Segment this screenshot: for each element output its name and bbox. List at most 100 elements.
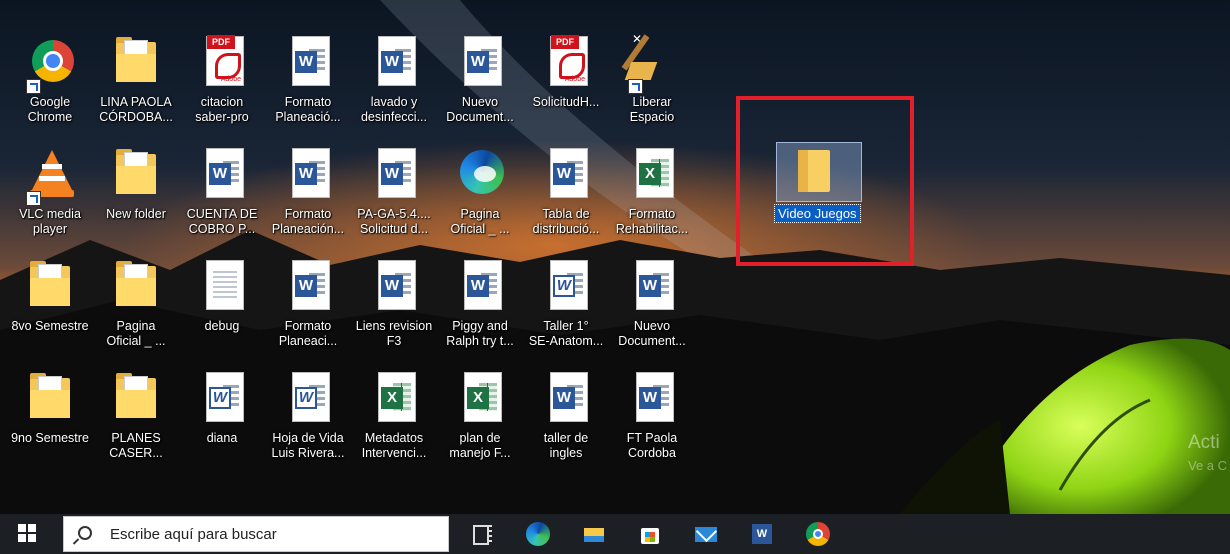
edge-icon[interactable] [526, 522, 550, 546]
desktop-icon-label: 9no Semestre [11, 431, 89, 445]
desktop-icon-label: CUENTA DE COBRO P... [186, 207, 258, 236]
desktop-icon[interactable]: Wlavado y desinfecci... [350, 30, 438, 134]
search-placeholder: Escribe aquí para buscar [110, 526, 277, 543]
folder-icon [110, 372, 162, 428]
desktop-icon[interactable]: PLANES CASER... [92, 366, 180, 470]
desktop-icon[interactable]: Xplan de manejo F... [436, 366, 524, 470]
word-icon: W [626, 260, 678, 316]
desktop-icon-label: 8vo Semestre [11, 319, 89, 333]
word-old-icon: W [540, 260, 592, 316]
word-icon: W [196, 148, 248, 204]
desktop-icon[interactable]: W PA-GA-5.4.... Solicitud d... [350, 142, 438, 246]
desktop-icon-label: PLANES CASER... [109, 431, 163, 460]
desktop-icon-label: debug [204, 319, 240, 333]
desktop-icon-label: Pagina Oficial _ ... [106, 319, 166, 348]
word-icon: W [454, 260, 506, 316]
chrome-icon[interactable] [806, 522, 830, 546]
desktop-icon-label: Nuevo Document... [618, 319, 686, 348]
activation-watermark-subtitle: Ve a C [1188, 458, 1228, 473]
desktop-icon-label: Pagina Oficial _ ... [450, 207, 510, 236]
desktop-icon[interactable]: W Liens revision F3 [350, 254, 438, 358]
word-old-icon: W [196, 372, 248, 428]
desktop[interactable]: Google Chrome LINA PAOLA CÓRDOBA... PDF Ado… [0, 0, 1230, 554]
desktop-icon-label: LINA PAOLA CÓRDOBA... [99, 95, 173, 124]
mail-icon[interactable] [694, 520, 718, 546]
desktop-icon[interactable]: W Formato Planeación... [264, 142, 352, 246]
folder-icon [110, 260, 162, 316]
word-icon: W [368, 36, 420, 92]
desktop-icon[interactable]: Pagina Oficial _ ... [92, 254, 180, 358]
desktop-icon[interactable]: VLC media player [6, 142, 94, 246]
desktop-icon-label: Formato Planeación... [271, 207, 345, 236]
desktop-icon[interactable]: W Nuevo Document... [436, 30, 524, 134]
desktop-icon-label[interactable]: Video Juegos [774, 204, 861, 223]
store-icon[interactable] [638, 522, 662, 546]
desktop-icon-label: taller de ingles [543, 431, 589, 460]
word-icon: W [626, 372, 678, 428]
desktop-icon[interactable]: W CUENTA DE COBRO P... [178, 142, 266, 246]
desktop-icon-label: Taller 1° SE-Anatom... [528, 319, 604, 348]
start-button[interactable] [18, 524, 36, 542]
edge-icon [454, 148, 506, 204]
desktop-icon[interactable]: X Metadatos Intervenci... [350, 366, 438, 470]
desktop-icon-label: Nuevo Document... [446, 95, 514, 124]
desktop-icon-label: Formato Planeació... [275, 95, 341, 124]
activation-watermark-title: Acti [1188, 432, 1220, 453]
desktop-icon-label: plan de manejo F... [449, 431, 511, 460]
word-icon: W [540, 148, 592, 204]
desktop-icon[interactable]: W Taller 1° SE-Anatom... [522, 254, 610, 358]
desktop-icon[interactable]: 8vo Semestre [6, 254, 94, 358]
taskbar: Escribe aquí para buscar W [0, 514, 1230, 554]
folder-icon [24, 260, 76, 316]
desktop-icon[interactable]: W Formato Planeaci... [264, 254, 352, 358]
desktop-icon[interactable]: PDF Adobe SolicitudH... [522, 30, 610, 134]
desktop-icon[interactable]: Google Chrome [6, 30, 94, 134]
desktop-icon-label: Piggy and Ralph try t... [446, 319, 514, 348]
desktop-icon-label: lavado y desinfecci... [360, 95, 427, 124]
desktop-icon-label: PA-GA-5.4.... Solicitud d... [357, 207, 431, 236]
desktop-icon[interactable]: Pagina Oficial _ ... [436, 142, 524, 246]
desktop-icon[interactable]: ✕ Liberar Espacio [608, 30, 696, 134]
desktop-icon-label: VLC media player [19, 207, 81, 236]
word-icon: W [368, 148, 420, 204]
desktop-icon-label: SolicitudH... [532, 95, 600, 109]
folder-icon [798, 150, 830, 192]
excel-icon: X [454, 372, 506, 428]
word-icon: W [282, 36, 334, 92]
desktop-icon-label: Liberar Espacio [629, 95, 675, 124]
word-icon[interactable]: W [750, 522, 774, 546]
pdf-icon: PDF Adobe [196, 35, 248, 92]
desktop-icon[interactable]: Wtaller de ingles [522, 366, 610, 470]
desktop-icon-video-juegos[interactable]: Video Juegos [774, 142, 862, 224]
desktop-icon[interactable]: 9no Semestre [6, 366, 94, 470]
taskbar-search-box[interactable]: Escribe aquí para buscar [63, 516, 449, 552]
desktop-icon[interactable]: W Hoja de Vida Luis Rivera... [264, 366, 352, 470]
word-icon: W [454, 36, 506, 92]
desktop-icon[interactable]: Wdiana [178, 366, 266, 470]
desktop-icon[interactable]: X Formato Rehabilitac... [608, 142, 696, 246]
desktop-icon[interactable]: W FT Paola Cordoba [608, 366, 696, 470]
word-icon: W [282, 260, 334, 316]
desktop-icon-label: Formato Planeaci... [278, 319, 338, 348]
desktop-icon[interactable]: W Piggy and Ralph try t... [436, 254, 524, 358]
desktop-icon[interactable]: W Formato Planeació... [264, 30, 352, 134]
desktop-icon-label: Google Chrome [27, 95, 73, 124]
word-icon: W [282, 148, 334, 204]
word-icon: W [540, 372, 592, 428]
vlc-icon [24, 148, 76, 206]
desktop-icon[interactable]: debug [178, 254, 266, 358]
desktop-icon-label: Formato Rehabilitac... [615, 207, 689, 236]
folder-icon [110, 36, 162, 92]
desktop-icon[interactable]: W Nuevo Document... [608, 254, 696, 358]
task-view-icon[interactable] [470, 522, 494, 546]
pdf-icon: PDF Adobe [540, 35, 592, 92]
broom-icon: ✕ [621, 32, 678, 94]
file-explorer-icon[interactable] [582, 522, 606, 546]
desktop-icon-label: Metadatos Intervenci... [361, 431, 427, 460]
chrome-icon [24, 36, 76, 94]
desktop-icon[interactable]: LINA PAOLA CÓRDOBA... [92, 30, 180, 134]
desktop-icon[interactable]: New folder [92, 142, 180, 246]
desktop-icon[interactable]: PDF Adobe citacion saber-pro [178, 30, 266, 134]
desktop-icon-label: FT Paola Cordoba [626, 431, 678, 460]
desktop-icon[interactable]: W Tabla de distribució... [522, 142, 610, 246]
